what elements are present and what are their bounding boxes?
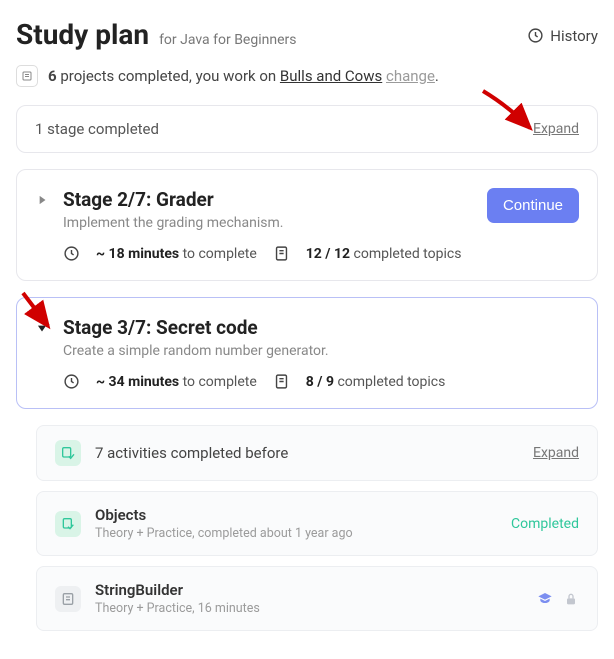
continue-button[interactable]: Continue (487, 188, 579, 223)
clock-icon (63, 245, 80, 262)
topic-complete-icon (55, 511, 81, 537)
topic-card-objects[interactable]: Objects Theory + Practice, completed abo… (36, 491, 598, 556)
history-button[interactable]: History (527, 27, 598, 45)
clock-icon (63, 373, 80, 390)
topic-title: Objects (95, 506, 353, 524)
topic-sub: Theory + Practice, completed about 1 yea… (95, 526, 353, 541)
projects-summary: 6 projects completed, you work on Bulls … (16, 65, 598, 87)
page-subtitle: for Java for Beginners (159, 32, 296, 48)
activities-card: 7 activities completed before Expand (36, 425, 598, 481)
stage1-label: 1 stage completed (35, 120, 159, 138)
stage3-card: Stage 3/7: Secret code Create a simple r… (16, 297, 598, 409)
stage2-desc: Implement the grading mechanism. (63, 215, 461, 231)
stage2-meta: ~ 18 minutes to complete 12 / 12 complet… (63, 245, 461, 262)
current-project-link[interactable]: Bulls and Cows (280, 67, 382, 85)
sheet-icon (273, 245, 290, 262)
stage3-meta: ~ 34 minutes to complete 8 / 9 completed… (63, 373, 445, 390)
projects-count: 6 (48, 67, 57, 85)
chevron-right-icon[interactable] (35, 193, 49, 207)
stage3-desc: Create a simple random number generator. (63, 343, 445, 359)
activities-icon (55, 440, 81, 466)
completed-badge: Completed (511, 516, 579, 532)
stage1-card: 1 stage completed Expand (16, 105, 598, 153)
header-left: Study plan for Java for Beginners (16, 18, 296, 51)
activities-label: 7 activities completed before (95, 444, 288, 462)
clock-icon (527, 27, 544, 44)
sheet-icon (273, 373, 290, 390)
topic-title: StringBuilder (95, 581, 260, 599)
history-label: History (550, 27, 598, 45)
chevron-down-icon[interactable] (35, 321, 49, 335)
stage1-expand[interactable]: Expand (533, 121, 579, 137)
graduation-icon (537, 591, 553, 607)
change-project-link[interactable]: change (386, 67, 435, 85)
topic-pending-icon (55, 586, 81, 612)
stage3-title: Stage 3/7: Secret code (63, 316, 445, 339)
topic-card-stringbuilder[interactable]: StringBuilder Theory + Practice, 16 minu… (36, 566, 598, 631)
stage2-title: Stage 2/7: Grader (63, 188, 461, 211)
topic-right-icons (537, 591, 579, 607)
page-title: Study plan (16, 18, 149, 51)
stage2-card: Stage 2/7: Grader Implement the grading … (16, 169, 598, 281)
projects-text: 6 projects completed, you work on Bulls … (48, 67, 439, 85)
projects-icon (16, 65, 38, 87)
header: Study plan for Java for Beginners Histor… (16, 18, 598, 51)
activities-expand[interactable]: Expand (533, 445, 579, 461)
lock-icon (563, 591, 579, 607)
